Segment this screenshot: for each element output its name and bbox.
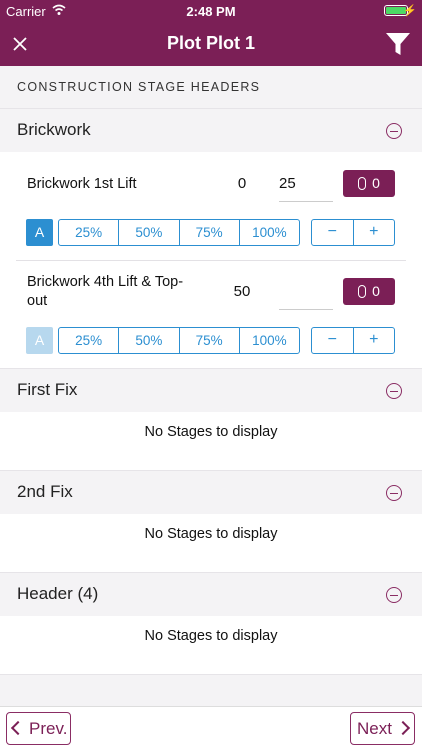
row-divider <box>16 260 406 261</box>
stepper: − + <box>311 327 395 354</box>
attachments-count: 0 <box>372 175 380 191</box>
percent-100-button[interactable]: 100% <box>240 220 299 245</box>
section-title: First Fix <box>17 380 78 399</box>
collapse-icon[interactable] <box>386 383 402 399</box>
stage-value: 50 <box>233 283 251 300</box>
stage-label: Brickwork 4th Lift & Top-out <box>27 274 184 309</box>
page-title: Plot Plot 1 <box>166 33 255 53</box>
next-label: Next <box>357 719 392 738</box>
stage-row: Brickwork 1st Lift 0 25 0 A 25% 50% 75% … <box>0 152 422 260</box>
chevron-right-icon <box>395 720 411 736</box>
percent-100-button[interactable]: 100% <box>240 328 299 353</box>
section-title: Header (4) <box>17 584 99 603</box>
paperclip-icon <box>358 285 367 298</box>
stepper: − + <box>311 219 395 246</box>
attachments-count: 0 <box>372 283 380 299</box>
prev-label: Prev. <box>29 719 68 738</box>
percentage-segmented-control: 25% 50% 75% 100% <box>58 219 300 246</box>
page-heading: CONSTRUCTION STAGE HEADERS <box>0 66 422 108</box>
progress-input[interactable] <box>279 274 333 310</box>
section-header-brickwork[interactable]: Brickwork <box>0 108 422 152</box>
percent-50-button[interactable]: 50% <box>119 220 180 245</box>
next-button[interactable]: Next <box>350 712 415 745</box>
percent-50-button[interactable]: 50% <box>119 328 180 353</box>
section-header-header-4[interactable]: Header (4) <box>0 572 422 616</box>
percent-75-button[interactable]: 75% <box>180 328 240 353</box>
prev-button[interactable]: Prev. <box>6 712 71 745</box>
section-header-partial <box>0 674 422 706</box>
collapse-icon[interactable] <box>386 123 402 139</box>
filter-icon[interactable] <box>384 30 412 58</box>
section-body-brickwork: Brickwork 1st Lift 0 25 0 A 25% 50% 75% … <box>0 152 422 368</box>
percent-75-button[interactable]: 75% <box>180 220 240 245</box>
collapse-icon[interactable] <box>386 485 402 501</box>
attachments-button[interactable]: 0 <box>343 170 395 197</box>
attachments-button[interactable]: 0 <box>343 278 395 305</box>
increment-button[interactable]: + <box>354 220 395 245</box>
stage-row: Brickwork 4th Lift & Top-out 50 0 A 25% … <box>0 260 422 368</box>
nav-bar: Plot Plot 1 <box>0 22 422 66</box>
bottom-toolbar: Prev. Next <box>0 706 422 750</box>
increment-button[interactable]: + <box>354 328 395 353</box>
charging-icon: ⚡ <box>403 5 417 17</box>
chevron-left-icon <box>10 720 26 736</box>
stage-list[interactable]: CONSTRUCTION STAGE HEADERS Brickwork Bri… <box>0 66 422 706</box>
status-bar: Carrier 2:48 PM ⚡ <box>0 0 422 22</box>
a-toggle-button[interactable]: A <box>26 327 53 354</box>
percent-25-button[interactable]: 25% <box>59 328 120 353</box>
section-title: 2nd Fix <box>17 482 73 501</box>
collapse-icon[interactable] <box>386 587 402 603</box>
empty-state: No Stages to display <box>0 514 422 572</box>
paperclip-icon <box>358 177 367 190</box>
decrement-button[interactable]: − <box>312 220 354 245</box>
empty-state: No Stages to display <box>0 412 422 470</box>
progress-input[interactable]: 25 <box>279 166 333 202</box>
empty-state: No Stages to display <box>0 616 422 674</box>
status-time: 2:48 PM <box>186 4 236 19</box>
stage-value: 0 <box>237 175 247 192</box>
section-title: Brickwork <box>17 120 91 139</box>
percentage-segmented-control: 25% 50% 75% 100% <box>58 327 300 354</box>
percent-25-button[interactable]: 25% <box>59 220 120 245</box>
section-header-2nd-fix[interactable]: 2nd Fix <box>0 470 422 514</box>
stage-label: Brickwork 1st Lift <box>27 176 137 192</box>
a-toggle-button[interactable]: A <box>26 219 53 246</box>
section-header-first-fix[interactable]: First Fix <box>0 368 422 412</box>
decrement-button[interactable]: − <box>312 328 354 353</box>
